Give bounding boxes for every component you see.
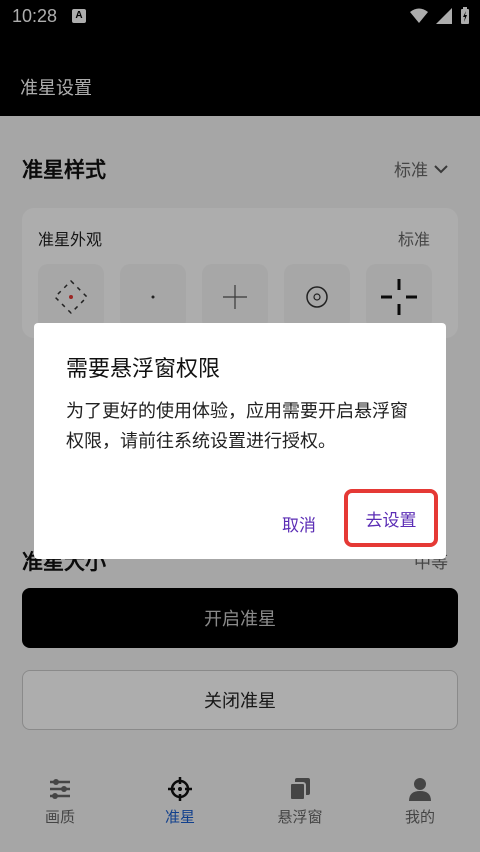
permission-dialog: 需要悬浮窗权限 为了更好的使用体验，应用需要开启悬浮窗权限，请前往系统设置进行授… <box>34 323 446 559</box>
dialog-message: 为了更好的使用体验，应用需要开启悬浮窗权限，请前往系统设置进行授权。 <box>66 401 408 452</box>
dialog-title: 需要悬浮窗权限 <box>66 357 221 382</box>
cancel-button[interactable]: 取消 <box>282 511 316 536</box>
go-to-settings-button[interactable]: 去设置 <box>366 506 417 531</box>
highlight-box: 去设置 <box>344 489 438 547</box>
